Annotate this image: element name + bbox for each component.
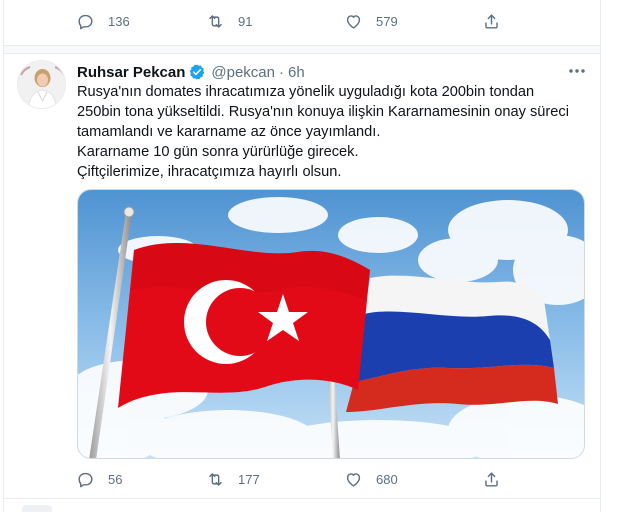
like-button[interactable]: 579 xyxy=(344,12,398,31)
tweet-text-line: Çiftçilerimize, ihracatçımıza hayırlı ol… xyxy=(77,164,342,180)
like-count: 680 xyxy=(376,471,398,487)
reply-button[interactable]: 136 xyxy=(76,12,130,31)
like-count: 579 xyxy=(376,13,398,29)
more-options-icon[interactable] xyxy=(567,61,587,81)
tweet-header: Ruhsar Pekcan @pekcan · 6h xyxy=(77,63,305,81)
retweet-icon xyxy=(209,14,222,28)
handle[interactable]: @pekcan xyxy=(211,64,275,81)
previous-tweet-actions: 136 91 579 xyxy=(76,9,506,33)
retweet-button[interactable]: 91 xyxy=(206,12,252,31)
reply-icon xyxy=(78,472,93,487)
avatar[interactable] xyxy=(17,60,66,109)
reply-button[interactable]: 56 xyxy=(76,470,122,489)
tweet-image[interactable] xyxy=(77,189,585,459)
retweet-count: 91 xyxy=(238,13,253,29)
reply-icon xyxy=(78,14,93,29)
retweet-icon xyxy=(209,472,222,486)
heart-icon xyxy=(346,14,361,29)
retweet-button[interactable]: 177 xyxy=(206,470,260,489)
heart-icon xyxy=(346,472,361,487)
tweet-text: Rusya'nın domates ihracatımıza yönelik u… xyxy=(77,82,587,182)
flags-image xyxy=(78,190,584,458)
tweet-divider xyxy=(4,45,600,54)
retweet-count: 177 xyxy=(238,471,260,487)
tweet-divider xyxy=(4,498,600,499)
tweet-text-line: 250bin tona yükseltildi. Rusya'nın konuy… xyxy=(77,104,569,120)
verified-badge-icon xyxy=(190,64,205,80)
timeline: 136 91 579 Ruhsar Pekcan @pekcan · 6h Ru… xyxy=(3,0,601,512)
share-button[interactable] xyxy=(482,470,501,489)
tweet-text-line: Kararname 10 gün sonra yürürlüğe girecek… xyxy=(77,144,359,160)
tweet-text-line: Rusya'nın domates ihracatımıza yönelik u… xyxy=(77,84,535,100)
share-icon xyxy=(485,13,498,29)
like-button[interactable]: 680 xyxy=(344,470,398,489)
separator-dot: · xyxy=(279,63,284,81)
timestamp[interactable]: 6h xyxy=(288,64,305,81)
tweet[interactable]: Ruhsar Pekcan @pekcan · 6h Rusya'nın dom… xyxy=(4,55,600,498)
reply-count: 56 xyxy=(108,471,123,487)
share-icon xyxy=(485,471,498,487)
tweet-actions: 56 177 680 xyxy=(76,467,506,491)
next-tweet-avatar xyxy=(22,505,52,512)
tweet-text-line: tamamlandı ve kararname az önce yayımlan… xyxy=(77,124,381,140)
reply-count: 136 xyxy=(108,13,130,29)
display-name[interactable]: Ruhsar Pekcan xyxy=(77,64,185,81)
share-button[interactable] xyxy=(482,12,501,31)
